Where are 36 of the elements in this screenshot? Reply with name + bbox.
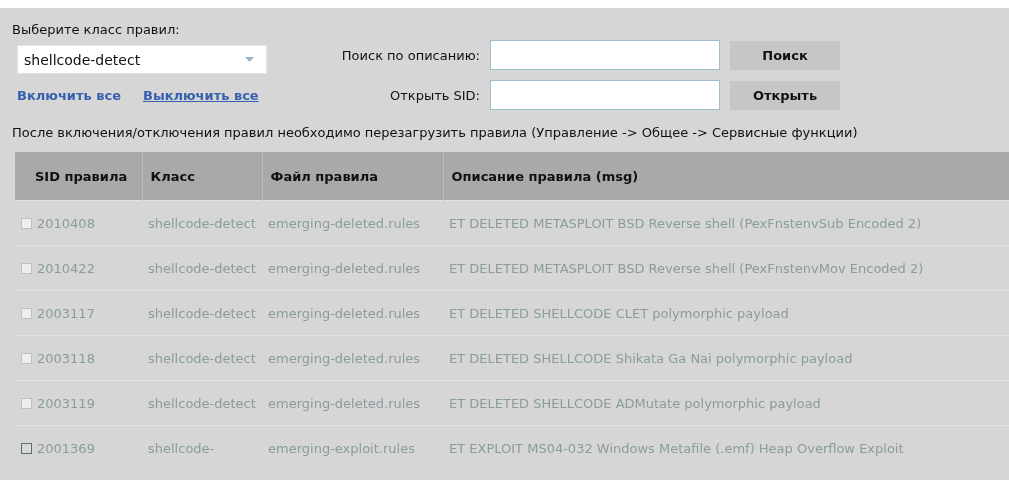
open-button[interactable]: Открыть — [730, 80, 840, 110]
table-cell: ET DELETED METASPLOIT BSD Reverse shell (PexFnstenvMov Encoded 2) — [443, 245, 1009, 291]
checkbox-icon[interactable] — [21, 442, 32, 454]
sid-label: Открыть SID: — [388, 87, 480, 103]
notice-text: После включения/отключения правил необходимо перезагрузить правила (Управление -> Общее -> Сервисные функции) — [12, 125, 859, 140]
table-cell: emerging-deleted.rules — [262, 335, 443, 381]
table-cell: shellcode-detect — [142, 335, 262, 381]
search-field[interactable] — [490, 40, 720, 70]
class-select[interactable]: shellcode-detect — [17, 45, 267, 74]
table-cell: ET EXPLOIT MS04-032 Windows Metafile (.emf) Heap Overflow Exploit — [443, 425, 1009, 470]
table-cell: shellcode- — [142, 425, 262, 470]
table-cell: emerging-deleted.rules — [262, 290, 443, 336]
link[interactable]: Выключить все — [142, 88, 259, 103]
column-header: Описание правила (msg) — [443, 152, 1009, 201]
link[interactable]: Включить все — [17, 88, 121, 103]
table-cell: ET DELETED SHELLCODE Shikata Ga Nai polymorphic payload — [443, 335, 1009, 381]
table-cell: ET DELETED SHELLCODE ADMutate polymorphic payload — [443, 380, 1009, 426]
search-button[interactable]: Поиск — [730, 40, 840, 70]
sid-checkbox[interactable]: 2001369 — [21, 440, 138, 456]
table-cell: emerging-deleted.rules — [262, 200, 443, 246]
table-cell: ET DELETED METASPLOIT BSD Reverse shell (PexFnstenvSub Encoded 2) — [443, 200, 1009, 246]
table-cell: shellcode-detect — [142, 245, 262, 291]
sid-field[interactable] — [490, 80, 720, 110]
search-label: Поиск по описанию: — [340, 47, 480, 63]
table-cell: shellcode-detect — [142, 380, 262, 426]
table-cell: emerging-deleted.rules — [262, 380, 443, 426]
table-cell: shellcode-detect — [142, 290, 262, 336]
table-cell: emerging-deleted.rules — [262, 245, 443, 291]
select-label: Выберите класс правил: — [12, 22, 181, 37]
column-header: Класс — [142, 152, 262, 201]
column-header: Файл правила — [262, 152, 443, 201]
table-cell: emerging-exploit.rules — [262, 425, 443, 470]
caret-icon — [245, 57, 254, 62]
column-header: SID правила — [15, 152, 142, 201]
table-cell: shellcode-detect — [142, 200, 262, 246]
table-cell: ET DELETED SHELLCODE CLET polymorphic payload — [443, 290, 1009, 336]
